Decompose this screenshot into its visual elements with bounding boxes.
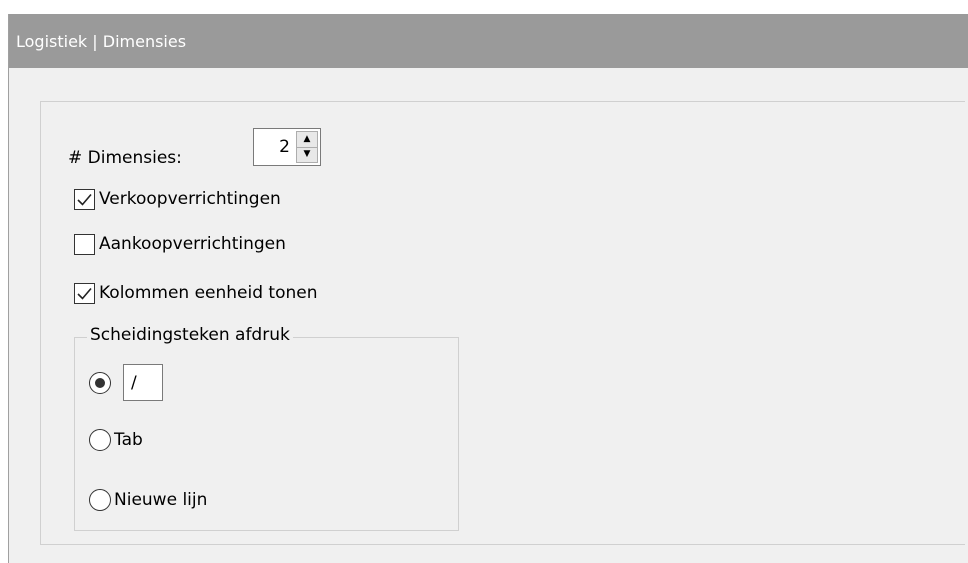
dimensions-spinner[interactable]: 2 ▲ ▼ (253, 128, 321, 166)
radio-tab[interactable]: Tab (89, 429, 143, 451)
radio-button[interactable] (89, 489, 111, 511)
checkbox-kolommen-eenheid-tonen[interactable]: Kolommen eenheid tonen (74, 280, 318, 306)
checkbox-verkoopverrichtingen[interactable]: Verkoopverrichtingen (74, 186, 281, 212)
radio-button[interactable] (89, 429, 111, 451)
radio-label: Nieuwe lijn (114, 490, 208, 510)
radio-custom-separator[interactable]: / (89, 364, 163, 401)
spin-up-button[interactable]: ▲ (297, 132, 317, 148)
dimensions-label: # Dimensies: (68, 148, 182, 168)
checkbox-label: Aankoopverrichtingen (99, 234, 286, 254)
checkbox-aankoopverrichtingen[interactable]: Aankoopverrichtingen (74, 231, 286, 257)
radio-selected-dot (95, 377, 105, 388)
checkbox-label: Kolommen eenheid tonen (99, 283, 318, 303)
checkbox-box[interactable] (74, 282, 95, 304)
radio-nieuwe-lijn[interactable]: Nieuwe lijn (89, 489, 207, 511)
checkbox-box[interactable] (74, 188, 95, 210)
checkmark-icon (77, 193, 92, 206)
dimensions-window: Logistiek | Dimensies # Dimensies: 2 ▲ ▼ (0, 0, 968, 563)
window-title: Logistiek | Dimensies (16, 32, 187, 51)
settings-panel: # Dimensies: 2 ▲ ▼ Verkoopverrichtingen (9, 68, 968, 563)
dimensions-value[interactable]: 2 (279, 137, 290, 157)
title-bar: Logistiek | Dimensies (9, 14, 968, 68)
checkmark-icon (77, 287, 92, 300)
radio-label: Tab (114, 430, 143, 450)
spinner-buttons: ▲ ▼ (296, 131, 318, 163)
radio-button[interactable] (89, 371, 111, 394)
checkbox-label: Verkoopverrichtingen (99, 189, 281, 209)
separator-groupbox-title: Scheidingsteken afdruk (87, 325, 293, 345)
checkbox-box[interactable] (74, 233, 95, 255)
arrow-up-icon: ▲ (303, 134, 311, 144)
spin-down-button[interactable]: ▼ (297, 147, 317, 162)
arrow-down-icon: ▼ (303, 149, 311, 159)
separator-input[interactable]: / (123, 364, 163, 401)
